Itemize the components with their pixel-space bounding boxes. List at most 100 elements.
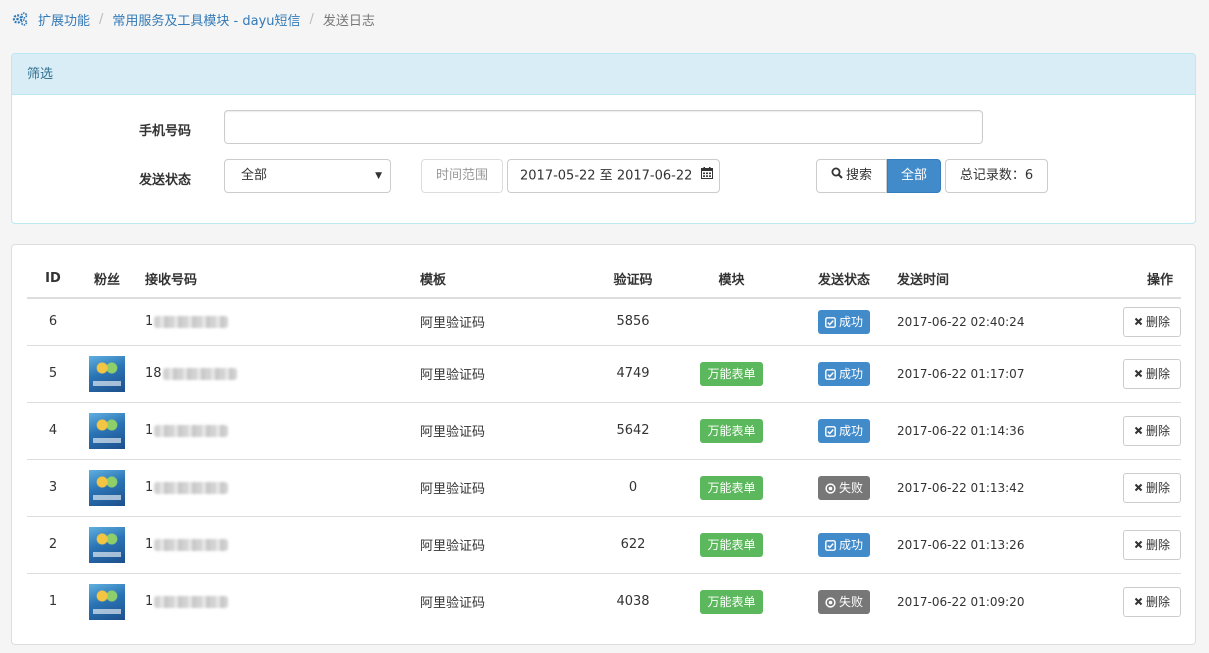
module-cell: 万能表单 bbox=[669, 515, 794, 573]
module-badge: 万能表单 bbox=[700, 475, 763, 500]
template-cell: 阿里验证码 bbox=[420, 458, 597, 516]
row-id: 5 bbox=[27, 344, 79, 402]
delete-button-label: 删除 bbox=[1145, 367, 1170, 381]
fan-cell bbox=[79, 515, 135, 573]
phone-masked bbox=[154, 538, 229, 551]
phone-masked bbox=[162, 367, 237, 380]
module-cell: 万能表单 bbox=[669, 401, 794, 459]
fan-cell bbox=[79, 401, 135, 459]
close-icon bbox=[1134, 424, 1143, 438]
row-id: 2 bbox=[27, 515, 79, 573]
action-cell: 删除 bbox=[1075, 515, 1181, 573]
table-row: 3 1 阿里验证码 0 万能表单 失败 2017-06-22 01:13:42 删除 bbox=[27, 458, 1181, 516]
phone-masked bbox=[154, 481, 229, 494]
status-label: 发送状态 bbox=[139, 173, 192, 188]
action-cell: 删除 bbox=[1075, 298, 1181, 345]
code-cell: 4038 bbox=[597, 572, 669, 630]
delete-button[interactable]: 删除 bbox=[1123, 306, 1181, 337]
action-cell: 删除 bbox=[1075, 572, 1181, 630]
check-square-icon bbox=[825, 421, 836, 445]
all-button[interactable]: 全部 bbox=[887, 159, 941, 193]
breadcrumb-separator: / bbox=[99, 11, 104, 27]
search-button-label: 搜索 bbox=[845, 168, 872, 183]
table-row: 5 18 阿里验证码 4749 万能表单 成功 2017-06-22 01:17:07 删除 bbox=[27, 344, 1181, 402]
close-icon bbox=[1134, 481, 1143, 495]
status-cell: 成功 bbox=[794, 298, 894, 345]
template-cell: 阿里验证码 bbox=[420, 344, 597, 402]
avatar bbox=[89, 412, 125, 449]
status-text: 成功 bbox=[838, 423, 863, 438]
status-text: 成功 bbox=[838, 537, 863, 552]
table-header-row: ID 粉丝 接收号码 模板 验证码 模块 发送状态 发送时间 操作 bbox=[27, 259, 1181, 299]
fan-cell bbox=[79, 298, 135, 345]
phone-input[interactable] bbox=[224, 110, 983, 144]
avatar bbox=[89, 355, 125, 392]
check-square-icon bbox=[825, 535, 836, 559]
template-cell: 阿里验证码 bbox=[420, 401, 597, 459]
delete-button[interactable]: 删除 bbox=[1123, 586, 1181, 617]
log-table: ID 粉丝 接收号码 模板 验证码 模块 发送状态 发送时间 操作 6 1 阿里验证… bbox=[27, 259, 1181, 630]
total-records-button[interactable]: 总记录数：6 bbox=[945, 159, 1048, 193]
search-button[interactable]: 搜索 bbox=[816, 159, 887, 193]
breadcrumb-link-module[interactable]: 常用服务及工具模块 - dayu短信 bbox=[112, 10, 300, 29]
status-badge: 成功 bbox=[817, 361, 870, 388]
row-id: 1 bbox=[27, 572, 79, 630]
time-cell: 2017-06-22 01:14:36 bbox=[894, 401, 1075, 459]
filter-button-group: 搜索 全部 总记录数：6 bbox=[816, 159, 1048, 193]
avatar bbox=[89, 583, 125, 620]
date-range-picker[interactable]: 2017-05-22 至 2017-06-22 bbox=[507, 159, 720, 193]
template-cell: 阿里验证码 bbox=[420, 316, 486, 332]
col-header-action: 操作 bbox=[1075, 259, 1181, 299]
close-icon bbox=[1134, 595, 1143, 609]
delete-button[interactable]: 删除 bbox=[1123, 415, 1181, 446]
phone-label: 手机号码 bbox=[139, 124, 192, 139]
date-range-value: 2017-05-22 至 2017-06-22 bbox=[520, 168, 693, 184]
breadcrumb-link-extensions[interactable]: 扩展功能 bbox=[38, 10, 90, 29]
phone-prefix: 1 bbox=[145, 594, 154, 610]
status-badge: 失败 bbox=[817, 475, 870, 502]
status-cell: 成功 bbox=[794, 401, 894, 459]
delete-button[interactable]: 删除 bbox=[1123, 472, 1181, 503]
delete-button[interactable]: 删除 bbox=[1123, 529, 1181, 560]
col-header-code: 验证码 bbox=[597, 259, 669, 299]
status-select[interactable]: 全部 ▼ bbox=[224, 159, 391, 193]
code-cell: 5856 bbox=[616, 314, 650, 330]
phone-cell: 1 bbox=[135, 572, 420, 630]
check-square-icon bbox=[825, 364, 836, 388]
time-cell: 2017-06-22 02:40:24 bbox=[897, 314, 1025, 329]
status-cell: 成功 bbox=[794, 344, 894, 402]
status-cell: 失败 bbox=[794, 572, 894, 630]
col-header-time: 发送时间 bbox=[894, 259, 1075, 299]
phone-cell: 1 bbox=[135, 401, 420, 459]
phone-cell: 1 bbox=[135, 515, 420, 573]
ban-circle-icon bbox=[825, 478, 836, 502]
avatar bbox=[89, 469, 125, 506]
phone-prefix: 1 bbox=[145, 537, 154, 552]
status-cell: 成功 bbox=[794, 515, 894, 573]
delete-button-label: 删除 bbox=[1145, 481, 1170, 495]
status-badge: 失败 bbox=[817, 589, 870, 614]
module-badge: 万能表单 bbox=[700, 589, 763, 614]
col-header-status: 发送状态 bbox=[794, 259, 894, 299]
phone-masked bbox=[154, 424, 229, 437]
module-badge: 万能表单 bbox=[700, 418, 763, 443]
table-row: 4 1 阿里验证码 5642 万能表单 成功 2017-06-22 01:14:36 删除 bbox=[27, 401, 1181, 459]
status-badge: 成功 bbox=[817, 532, 870, 559]
avatar bbox=[89, 526, 125, 563]
log-list-panel: ID 粉丝 接收号码 模板 验证码 模块 发送状态 发送时间 操作 6 1 阿里验证… bbox=[11, 244, 1196, 645]
phone-masked bbox=[154, 315, 229, 328]
filter-panel-title: 筛选 bbox=[12, 54, 1195, 95]
code-cell: 622 bbox=[597, 515, 669, 573]
action-cell: 删除 bbox=[1075, 458, 1181, 516]
fan-cell bbox=[79, 458, 135, 516]
calendar-icon bbox=[700, 160, 713, 192]
col-header-id: ID bbox=[27, 259, 79, 299]
row-id: 6 bbox=[48, 314, 58, 330]
delete-button[interactable]: 删除 bbox=[1123, 358, 1181, 389]
delete-button-label: 删除 bbox=[1145, 595, 1170, 610]
gears-icon bbox=[12, 11, 28, 27]
phone-cell: 18 bbox=[135, 344, 420, 402]
module-badge: 万能表单 bbox=[700, 532, 763, 557]
delete-button-label: 删除 bbox=[1145, 315, 1170, 330]
template-cell: 阿里验证码 bbox=[420, 572, 597, 630]
